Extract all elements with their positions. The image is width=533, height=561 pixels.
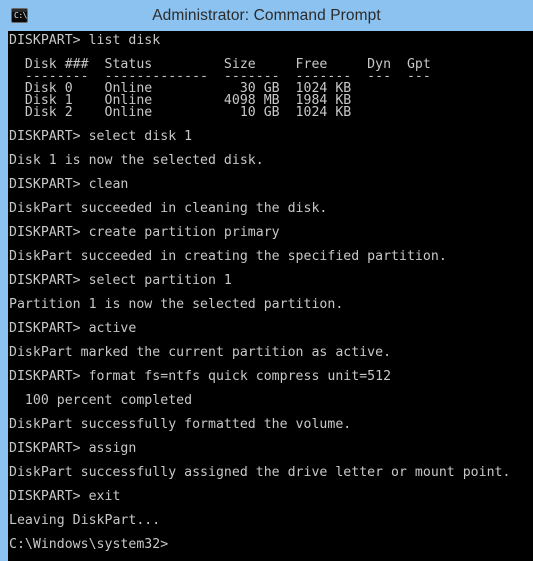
- console-line: Leaving DiskPart...: [9, 513, 161, 528]
- console-line: DiskPart succeeded in creating the speci…: [9, 249, 447, 264]
- console-output: DISKPART> list disk Disk ### Status Size…: [9, 33, 511, 552]
- console-area: DISKPART> list disk Disk ### Status Size…: [0, 31, 533, 561]
- console-line: DiskPart succeeded in cleaning the disk.: [9, 201, 328, 216]
- console-line: DISKPART> active: [9, 321, 137, 336]
- command-prompt-icon[interactable]: C:\: [11, 8, 28, 23]
- command-prompt-window: C:\ Administrator: Command Prompt DISKPA…: [0, 0, 533, 561]
- console-line: 100 percent completed: [9, 393, 193, 408]
- console-line: DiskPart successfully formatted the volu…: [9, 417, 352, 432]
- icon-prompt-glyph: C:\: [14, 11, 27, 20]
- console-line: DISKPART> format fs=ntfs quick compress …: [9, 369, 392, 384]
- console-line: Disk 2 Online 10 GB 1024 KB: [9, 105, 352, 120]
- console-line: DISKPART> exit: [9, 489, 121, 504]
- window-title: Administrator: Command Prompt: [152, 6, 381, 24]
- console-line: DiskPart marked the current partition as…: [9, 345, 392, 360]
- console-surface[interactable]: DISKPART> list disk Disk ### Status Size…: [8, 31, 533, 561]
- console-line: DiskPart successfully assigned the drive…: [9, 465, 511, 480]
- console-line: DISKPART> select disk 1: [9, 129, 193, 144]
- console-line: Partition 1 is now the selected partitio…: [9, 297, 344, 312]
- console-line: Disk 1 is now the selected disk.: [9, 153, 264, 168]
- console-line: DISKPART> list disk: [9, 33, 161, 48]
- console-line: DISKPART> assign: [9, 441, 137, 456]
- console-line: DISKPART> create partition primary: [9, 225, 280, 240]
- console-line: DISKPART> clean: [9, 177, 129, 192]
- console-line: DISKPART> select partition 1: [9, 273, 232, 288]
- console-line: C:\Windows\system32>: [9, 537, 169, 552]
- window-titlebar[interactable]: C:\ Administrator: Command Prompt: [0, 0, 533, 31]
